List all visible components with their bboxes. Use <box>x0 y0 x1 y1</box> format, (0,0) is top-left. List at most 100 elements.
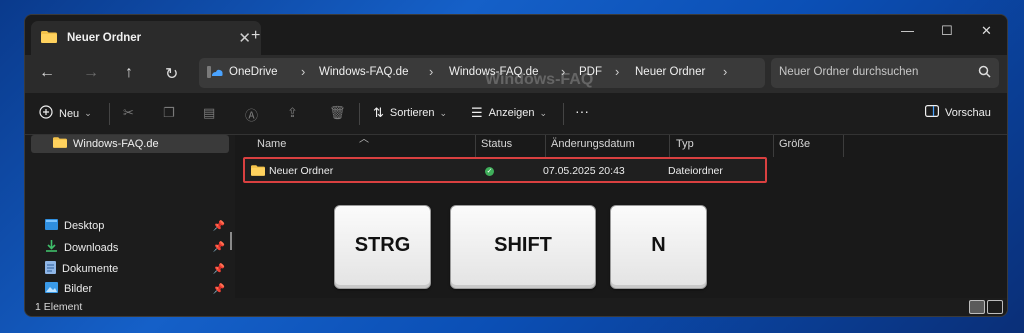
search-icon <box>978 65 991 81</box>
more-options-icon[interactable]: ··· <box>575 103 589 119</box>
plus-circle-icon <box>39 105 53 122</box>
folder-icon <box>53 137 67 151</box>
key-n: N <box>610 205 707 289</box>
key-label: SHIFT <box>494 234 552 256</box>
status-bar: 1 Element <box>25 298 1007 316</box>
breadcrumb-separator[interactable]: › <box>301 64 305 79</box>
breadcrumb-windows-faq-2[interactable]: Windows-FAQ.de <box>449 66 538 78</box>
breadcrumb-neuer-ordner[interactable]: Neuer Ordner <box>635 66 705 78</box>
onedrive-cloud-icon <box>207 66 223 81</box>
pin-icon: 📌 <box>212 242 225 253</box>
breadcrumb-separator[interactable]: › <box>615 64 619 79</box>
new-label: Neu <box>59 107 80 120</box>
row-type: Dateiordner <box>668 165 723 177</box>
key-shift: SHIFT <box>450 205 596 289</box>
pin-icon: 📌 <box>212 220 225 232</box>
sort-button[interactable]: ⇅ Sortieren ⌄ <box>373 105 447 121</box>
breadcrumb-separator[interactable]: › <box>561 64 565 79</box>
view-list-icon: ☰ <box>471 105 483 120</box>
preview-label: Vorschau <box>945 106 991 119</box>
navigation-bar: ← → ↑ ↻ OneDrive › Windows-FAQ.de › Wind… <box>25 55 1007 93</box>
new-tab-button[interactable]: + <box>251 27 260 45</box>
table-row[interactable]: Neuer Ordner ✓ 07.05.2025 20:43 Dateiord… <box>243 157 767 183</box>
breadcrumb-onedrive[interactable]: OneDrive <box>229 66 278 78</box>
sidebar-scrollbar[interactable] <box>230 232 232 250</box>
column-header-size[interactable]: Größe <box>779 138 810 150</box>
copy-icon[interactable]: ❐ <box>163 105 175 121</box>
pictures-icon <box>45 282 58 296</box>
sidebar-item-label: Windows-FAQ.de <box>73 138 159 150</box>
toolbar-divider <box>109 103 110 125</box>
column-header-type[interactable]: Typ <box>676 138 694 150</box>
column-header-name[interactable]: Name <box>257 138 286 150</box>
tab-bar: Neuer Ordner ✕ + — ☐ ✕ <box>25 15 1007 55</box>
address-bar[interactable]: OneDrive › Windows-FAQ.de › Windows-FAQ.… <box>199 58 765 88</box>
toolbar-divider <box>563 103 564 125</box>
close-tab-icon[interactable]: ✕ <box>238 29 251 47</box>
pin-icon: 📌 <box>212 283 225 295</box>
breadcrumb-pdf[interactable]: PDF <box>579 66 602 78</box>
forward-button[interactable]: → <box>83 64 99 82</box>
search-input[interactable]: Neuer Ordner durchsuchen <box>779 66 918 78</box>
breadcrumb-expand-chevron[interactable]: › <box>723 64 727 79</box>
sort-icon: ⇅ <box>373 105 384 120</box>
search-box[interactable]: Neuer Ordner durchsuchen <box>771 58 999 88</box>
column-divider[interactable] <box>773 135 774 157</box>
row-modified: 07.05.2025 20:43 <box>543 165 625 177</box>
column-divider[interactable] <box>843 135 844 157</box>
preview-pane-icon <box>925 105 940 120</box>
column-header-modified[interactable]: Änderungsdatum <box>551 138 635 150</box>
share-icon[interactable]: ⇪ <box>287 105 298 121</box>
sidebar-item-downloads[interactable]: Downloads 📌 <box>45 240 225 255</box>
desktop-icon <box>45 219 58 233</box>
chevron-down-icon: ⌄ <box>439 107 448 118</box>
new-button[interactable]: Neu ⌄ <box>39 105 92 122</box>
sidebar-item-label: Downloads <box>64 241 119 254</box>
column-divider[interactable] <box>669 135 670 157</box>
details-view-icon[interactable] <box>969 300 985 314</box>
document-icon <box>45 261 56 277</box>
minimize-button[interactable]: — <box>901 23 914 38</box>
folder-icon <box>251 165 265 179</box>
chevron-down-icon: ⌄ <box>539 107 548 118</box>
sidebar-item-bilder[interactable]: Bilder 📌 <box>45 282 225 296</box>
large-icons-view-icon[interactable] <box>987 300 1003 314</box>
column-header-status[interactable]: Status <box>481 138 512 150</box>
item-count: 1 Element <box>35 301 83 313</box>
column-divider[interactable] <box>475 135 476 157</box>
maximize-button[interactable]: ☐ <box>941 23 953 39</box>
paste-icon[interactable]: ▤ <box>203 105 215 121</box>
sort-label: Sortieren <box>389 107 435 119</box>
delete-icon[interactable]: 🗑 <box>329 105 346 121</box>
sync-status-check-icon: ✓ <box>485 167 494 176</box>
row-name: Neuer Ordner <box>269 165 334 177</box>
sidebar-item-label: Bilder <box>64 283 93 295</box>
back-button[interactable]: ← <box>39 64 55 82</box>
download-icon <box>45 240 58 255</box>
explorer-window: Neuer Ordner ✕ + — ☐ ✕ ← → ↑ ↻ OneDrive … <box>24 14 1008 317</box>
sort-ascending-icon: ︿ <box>359 134 369 145</box>
column-divider[interactable] <box>545 135 546 157</box>
key-strg: STRG <box>334 205 431 289</box>
pin-icon: 📌 <box>212 263 225 275</box>
navigation-pane: Windows-FAQ.de Desktop 📌 Downloads 📌 Dok… <box>25 135 235 298</box>
breadcrumb-separator[interactable]: › <box>429 64 433 79</box>
tab-neuer-ordner[interactable]: Neuer Ordner ✕ <box>31 21 261 55</box>
tab-title: Neuer Ordner <box>67 32 142 44</box>
rename-icon[interactable]: Ⓐ <box>245 105 258 124</box>
refresh-button[interactable]: ↻ <box>165 64 178 84</box>
cut-icon[interactable]: ✂ <box>123 105 134 121</box>
key-label: STRG <box>354 234 411 256</box>
toolbar-divider <box>359 103 360 125</box>
view-button[interactable]: ☰ Anzeigen ⌄ <box>471 105 547 121</box>
view-label: Anzeigen <box>488 107 535 119</box>
breadcrumb-windows-faq[interactable]: Windows-FAQ.de <box>319 66 408 78</box>
up-button[interactable]: ↑ <box>125 64 133 82</box>
close-window-button[interactable]: ✕ <box>981 23 992 39</box>
sidebar-item-windows-faq[interactable]: Windows-FAQ.de <box>31 135 229 153</box>
preview-button[interactable]: Vorschau <box>925 105 991 120</box>
sidebar-item-dokumente[interactable]: Dokumente 📌 <box>45 261 225 277</box>
sidebar-item-desktop[interactable]: Desktop 📌 <box>45 219 225 233</box>
sidebar-item-label: Desktop <box>64 220 105 232</box>
key-label: N <box>651 234 666 256</box>
